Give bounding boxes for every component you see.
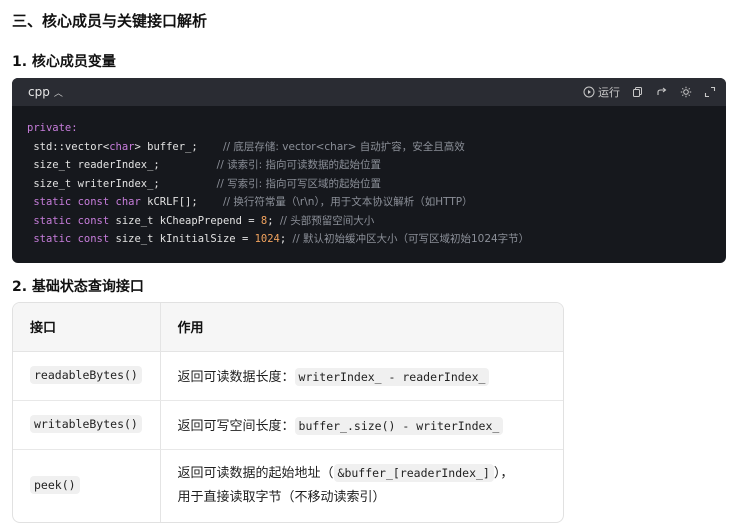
code-line: size_t writerIndex_; // 写索引: 指向可写区域的起始位置 [27, 175, 726, 194]
code-text: std::vector< [27, 140, 110, 153]
expand-button[interactable] [704, 86, 716, 98]
subsection-title-members: 1. 核心成员变量 [12, 54, 116, 70]
code-comment: // 头部预留空间大小 [279, 214, 375, 227]
code-type: char [109, 140, 135, 153]
purpose-code: buffer_.size() - writerIndex_ [294, 417, 504, 435]
code-text: size_t kCheapPrepend = [109, 214, 261, 227]
code-block: cpp ︿ 运行 private: std::vector<char> buff… [12, 78, 726, 263]
section-title: 三、核心成员与关键接口解析 [12, 12, 208, 30]
purpose-code: &buffer_[readerIndex_] [333, 464, 494, 483]
code-text: > buffer_; [134, 140, 223, 153]
code-line: static const size_t kInitialSize = 1024;… [27, 230, 726, 249]
code-comment: // 默认初始缓冲区大小（可写区域初始1024字节） [292, 233, 530, 245]
run-button[interactable]: 运行 [583, 84, 620, 100]
sun-icon [680, 86, 692, 98]
code-comment: // 换行符常量（\r\n），用于文本协议解析（如HTTP） [222, 196, 473, 208]
interface-name: peek() [30, 476, 80, 495]
code-line: std::vector<char> buffer_; // 底层存储: vect… [27, 138, 726, 157]
purpose-code: writerIndex_ - readerIndex_ [294, 368, 490, 386]
code-line: static const size_t kCheapPrepend = 8; /… [27, 212, 726, 231]
code-comment: // 读索引: 指向可读数据的起始位置 [216, 159, 381, 171]
interface-table: 接口 作用 readableBytes() 返回可读数据长度： writerInd… [12, 302, 564, 523]
subsection-title-interfaces: 2. 基础状态查询接口 [12, 279, 144, 295]
code-text: kCRLF[]; [140, 196, 223, 208]
code-number: 1024 [254, 233, 280, 245]
interface-name: readableBytes() [30, 366, 142, 384]
code-text: size_t readerIndex_; [27, 159, 217, 171]
code-comment: // 底层存储: vector<char> 自动扩容，安全且高效 [223, 140, 465, 153]
interface-name: writableBytes() [30, 415, 142, 433]
copy-button[interactable] [632, 86, 644, 98]
purpose-text: 返回可读数据的起始地址（ [177, 466, 334, 482]
code-keyword: static const [27, 233, 110, 245]
chevron-up-icon: ︿ [53, 88, 63, 99]
code-comment: // 写索引: 指向可写区域的起始位置 [216, 177, 381, 190]
expand-icon [704, 86, 716, 98]
table-header-row: 接口 作用 [13, 303, 563, 352]
code-keyword: static const char [27, 196, 141, 208]
code-line: private: [27, 119, 726, 138]
interface-cell: readableBytes() [13, 351, 161, 401]
table-row: peek() 返回可读数据的起始地址（ &buffer_[readerIndex_… [13, 449, 563, 522]
purpose-text: 返回可读数据长度： [177, 370, 295, 385]
code-text: size_t writerIndex_; [27, 177, 217, 190]
code-keyword: private: [27, 122, 78, 134]
run-label: 运行 [598, 86, 620, 99]
column-header-interface: 接口 [13, 303, 161, 352]
interface-cell: peek() [13, 449, 161, 522]
copy-icon [633, 87, 642, 97]
share-icon [657, 87, 667, 95]
purpose-cell: 返回可读数据长度： writerIndex_ - readerIndex_ [160, 351, 563, 401]
column-header-purpose: 作用 [160, 303, 563, 352]
code-text: ; [267, 214, 280, 227]
code-text: ; [279, 233, 293, 245]
code-text: size_t kInitialSize = [109, 233, 255, 245]
purpose-cell: 返回可读数据的起始地址（ &buffer_[readerIndex_]）， 用于直接… [160, 449, 563, 522]
code-header: cpp ︿ 运行 [12, 78, 726, 106]
code-content: private: std::vector<char> buffer_; // 底… [12, 106, 726, 249]
purpose-text: ）， [493, 466, 514, 482]
play-circle-icon [583, 86, 595, 98]
share-button[interactable] [656, 86, 668, 98]
code-line: size_t readerIndex_; // 读索引: 指向可读数据的起始位置 [27, 156, 726, 175]
purpose-text-line2: 用于直接读取字节（不移动读索引） [177, 490, 386, 506]
language-label: cpp [28, 85, 50, 99]
interface-cell: writableBytes() [13, 400, 161, 450]
table-row: readableBytes() 返回可读数据长度： writerIndex_ - … [13, 351, 563, 401]
code-keyword: static const [27, 214, 110, 227]
code-line: static const char kCRLF[]; // 换行符常量（\r\n… [27, 193, 726, 212]
purpose-cell: 返回可写空间长度： buffer_.size() - writerIndex_ [160, 400, 563, 450]
theme-button[interactable] [680, 86, 692, 98]
language-toggle[interactable]: cpp ︿ [28, 85, 63, 99]
purpose-text: 返回可写空间长度： [177, 419, 295, 434]
table-row: writableBytes() 返回可写空间长度： buffer_.size() … [13, 400, 563, 450]
